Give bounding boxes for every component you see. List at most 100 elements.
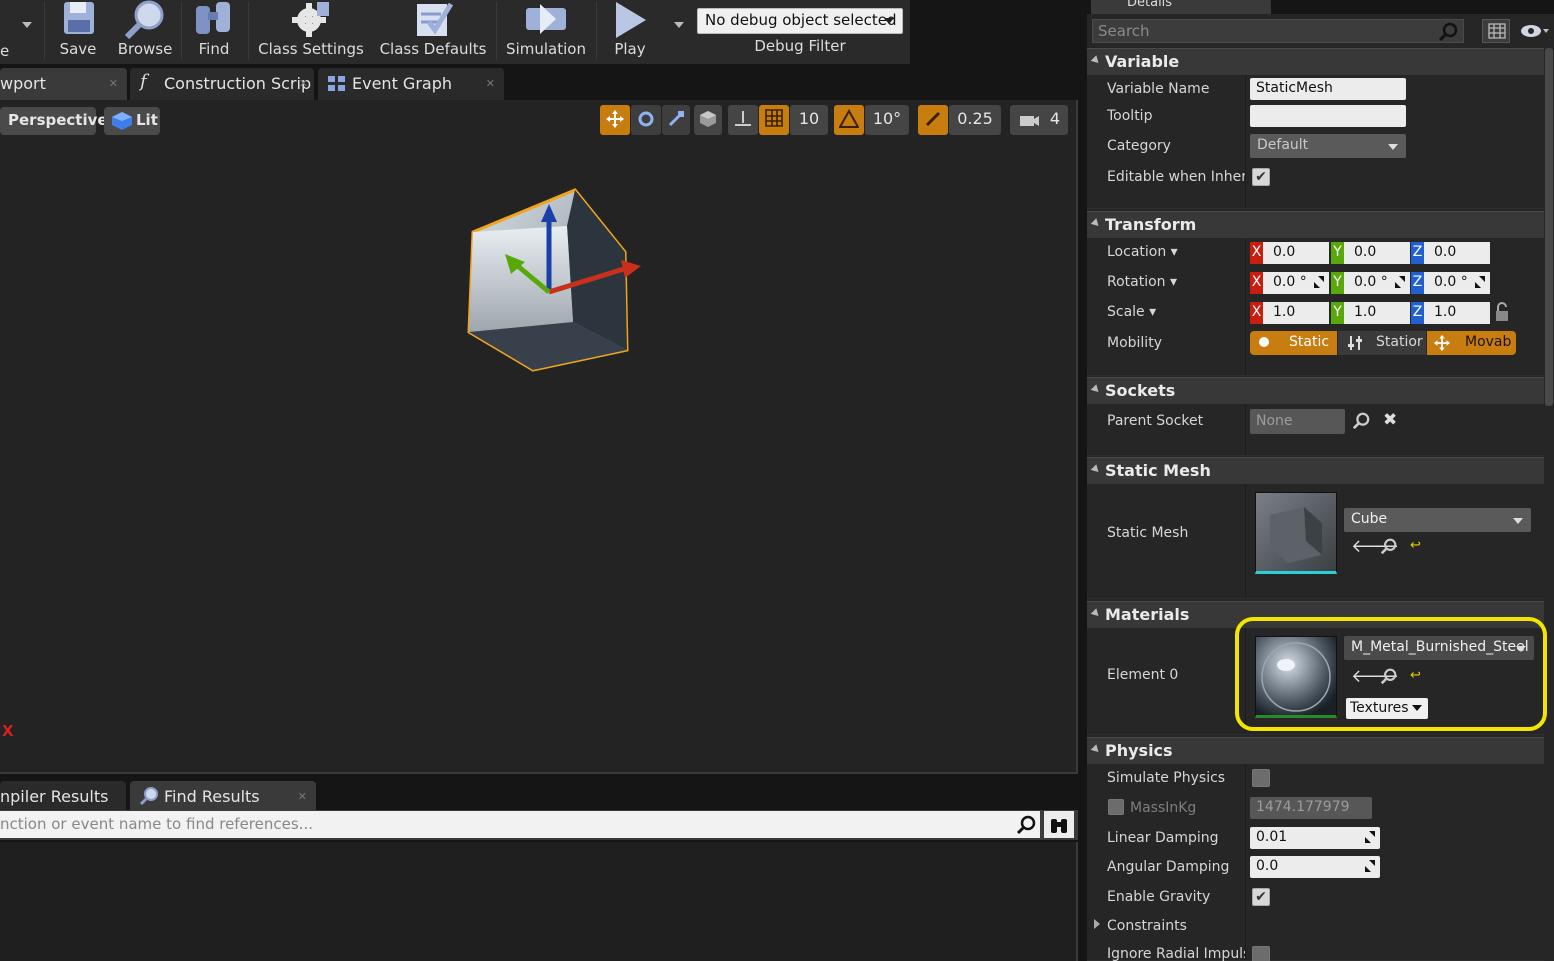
property-matrix-button[interactable] bbox=[1482, 19, 1510, 43]
scale-y-field[interactable]: 1.0 bbox=[1344, 302, 1410, 324]
close-icon[interactable]: ✕ bbox=[109, 77, 118, 90]
view-options-button[interactable] bbox=[1517, 19, 1551, 43]
play-options-chevron-icon[interactable] bbox=[674, 22, 684, 28]
category-materials[interactable]: Materials bbox=[1087, 601, 1544, 628]
location-y-field[interactable]: 0.0 bbox=[1344, 242, 1410, 264]
find-references-input[interactable]: nction or event name to find references.… bbox=[0, 811, 1040, 838]
parent-socket-field[interactable]: None bbox=[1250, 409, 1345, 434]
angular-damping-field[interactable]: 0.0 bbox=[1250, 856, 1380, 878]
enable-gravity-checkbox[interactable]: ✔ bbox=[1252, 888, 1270, 906]
viewport[interactable]: Perspective Lit 10 10° 0.25 4 X bbox=[0, 100, 1078, 774]
category-sockets[interactable]: Sockets bbox=[1087, 377, 1544, 404]
reset-to-default-icon[interactable]: ↩ bbox=[1410, 668, 1421, 683]
tab-find-results[interactable]: Find Results ✕ bbox=[130, 781, 316, 813]
tab-construction-script[interactable]: f Construction Scrip ✕ bbox=[130, 68, 314, 100]
camera-icon bbox=[1020, 116, 1039, 126]
axis-z-label: Z bbox=[1411, 242, 1424, 264]
lit-sphere-icon bbox=[112, 112, 132, 130]
mass-override-checkbox[interactable] bbox=[1108, 799, 1124, 815]
debug-object-select[interactable]: No debug object selected bbox=[697, 8, 903, 34]
element-0-label: Element 0 bbox=[1107, 667, 1179, 683]
lock-icon[interactable] bbox=[1494, 302, 1510, 322]
mobility-movable-option[interactable]: Movab bbox=[1427, 331, 1516, 355]
spin-arrows-icon bbox=[1314, 276, 1324, 288]
details-search-input[interactable]: Search bbox=[1092, 19, 1464, 43]
world-local-toggle[interactable] bbox=[694, 105, 722, 135]
camera-speed-button[interactable]: 4 bbox=[1010, 105, 1068, 135]
category-variable[interactable]: Variable bbox=[1087, 48, 1544, 75]
column-divider bbox=[1245, 764, 1246, 960]
find-in-all-blueprints-button[interactable] bbox=[1044, 811, 1074, 838]
tooltip-field[interactable] bbox=[1250, 105, 1406, 127]
angular-damping-label: Angular Damping bbox=[1107, 859, 1230, 875]
reset-to-default-icon[interactable]: ↩ bbox=[1410, 538, 1421, 553]
static-mesh-thumbnail[interactable] bbox=[1255, 492, 1337, 574]
grid-snap-toggle[interactable] bbox=[759, 105, 789, 135]
grid-snap-value[interactable]: 10 bbox=[790, 105, 828, 135]
mobility-stationary-option[interactable]: Statior bbox=[1338, 331, 1426, 355]
rotation-z-field[interactable]: 0.0 ° bbox=[1424, 272, 1490, 294]
location-z-field[interactable]: 0.0 bbox=[1424, 242, 1490, 264]
simulation-button[interactable]: Simulation bbox=[503, 0, 589, 64]
find-button[interactable]: Find bbox=[188, 0, 240, 64]
scale-snap-toggle[interactable] bbox=[918, 105, 948, 135]
play-label: Play bbox=[614, 40, 646, 58]
category-transform[interactable]: Transform bbox=[1087, 211, 1544, 238]
search-icon[interactable] bbox=[1352, 412, 1370, 430]
linear-damping-field[interactable]: 0.01 bbox=[1250, 827, 1380, 849]
translate-tool-button[interactable] bbox=[600, 105, 630, 135]
location-label[interactable]: Location ▾ bbox=[1107, 244, 1245, 260]
clear-x-icon[interactable]: ✖ bbox=[1383, 410, 1397, 430]
location-x-field[interactable]: 0.0 bbox=[1263, 242, 1329, 264]
tab-event-graph[interactable]: Event Graph ✕ bbox=[318, 68, 504, 100]
expand-triangle-icon[interactable] bbox=[1094, 919, 1100, 929]
category-static-mesh[interactable]: Static Mesh bbox=[1087, 457, 1544, 484]
simulate-physics-checkbox[interactable] bbox=[1252, 769, 1270, 787]
category-dropdown[interactable]: Default bbox=[1250, 134, 1406, 158]
close-icon[interactable]: ✕ bbox=[299, 77, 308, 90]
scale-label[interactable]: Scale ▾ bbox=[1107, 304, 1245, 320]
save-button[interactable]: Save bbox=[52, 0, 104, 64]
scale-tool-button[interactable] bbox=[662, 105, 690, 135]
editable-when-inherited-checkbox[interactable]: ✔ bbox=[1252, 168, 1270, 186]
material-thumbnail[interactable] bbox=[1255, 636, 1337, 718]
surface-snap-button[interactable] bbox=[728, 105, 758, 135]
constraints-label[interactable]: Constraints bbox=[1107, 918, 1245, 934]
rotation-x-field[interactable]: 0.0 ° bbox=[1263, 272, 1329, 294]
toolbar-overflow-button[interactable]: e bbox=[0, 0, 40, 64]
class-defaults-button[interactable]: Class Defaults bbox=[377, 0, 489, 64]
close-icon[interactable]: ✕ bbox=[486, 77, 495, 90]
tab-compiler-results[interactable]: npiler Results bbox=[0, 781, 126, 813]
close-icon[interactable]: ✕ bbox=[298, 790, 307, 803]
tab-viewport[interactable]: wport ✕ bbox=[0, 68, 127, 100]
rotation-snap-value[interactable]: 10° bbox=[865, 105, 909, 135]
browse-button[interactable]: Browse bbox=[114, 0, 176, 64]
rotation-snap-toggle[interactable] bbox=[834, 105, 864, 135]
play-button[interactable]: Play bbox=[604, 0, 656, 64]
find-bar: nction or event name to find references.… bbox=[0, 810, 1078, 840]
tab-details[interactable]: Details bbox=[1091, 0, 1271, 14]
rotation-y-field[interactable]: 0.0 ° bbox=[1344, 272, 1410, 294]
rotate-tool-button[interactable] bbox=[631, 105, 661, 135]
details-scrollbar[interactable] bbox=[1545, 48, 1553, 406]
axis-x-label: X bbox=[1250, 242, 1263, 264]
browse-search-icon[interactable] bbox=[1380, 668, 1397, 685]
variable-name-field[interactable]: StaticMesh bbox=[1250, 78, 1406, 100]
perspective-button[interactable]: Perspective bbox=[0, 107, 108, 135]
rotation-label[interactable]: Rotation ▾ bbox=[1107, 274, 1245, 290]
scale-x-field[interactable]: 1.0 bbox=[1263, 302, 1329, 324]
static-mesh-cube-preview[interactable] bbox=[455, 182, 655, 377]
mass-field[interactable]: 1474.177979 bbox=[1250, 797, 1372, 819]
class-settings-button[interactable]: Class Settings bbox=[255, 0, 367, 64]
ignore-radial-impulse-checkbox[interactable] bbox=[1252, 946, 1270, 961]
material-asset-dropdown[interactable]: M_Metal_Burnished_Steel bbox=[1344, 636, 1534, 660]
browse-search-icon[interactable] bbox=[1380, 538, 1397, 555]
mobility-static-option[interactable]: Static bbox=[1250, 331, 1337, 355]
textures-dropdown[interactable]: Textures bbox=[1346, 698, 1428, 719]
lit-button[interactable]: Lit bbox=[104, 107, 160, 135]
static-mesh-asset-dropdown[interactable]: Cube bbox=[1344, 508, 1531, 532]
find-results-list[interactable] bbox=[0, 842, 1078, 961]
scale-snap-value[interactable]: 0.25 bbox=[949, 105, 1001, 135]
scale-z-field[interactable]: 1.0 bbox=[1424, 302, 1490, 324]
category-physics[interactable]: Physics bbox=[1087, 737, 1544, 764]
